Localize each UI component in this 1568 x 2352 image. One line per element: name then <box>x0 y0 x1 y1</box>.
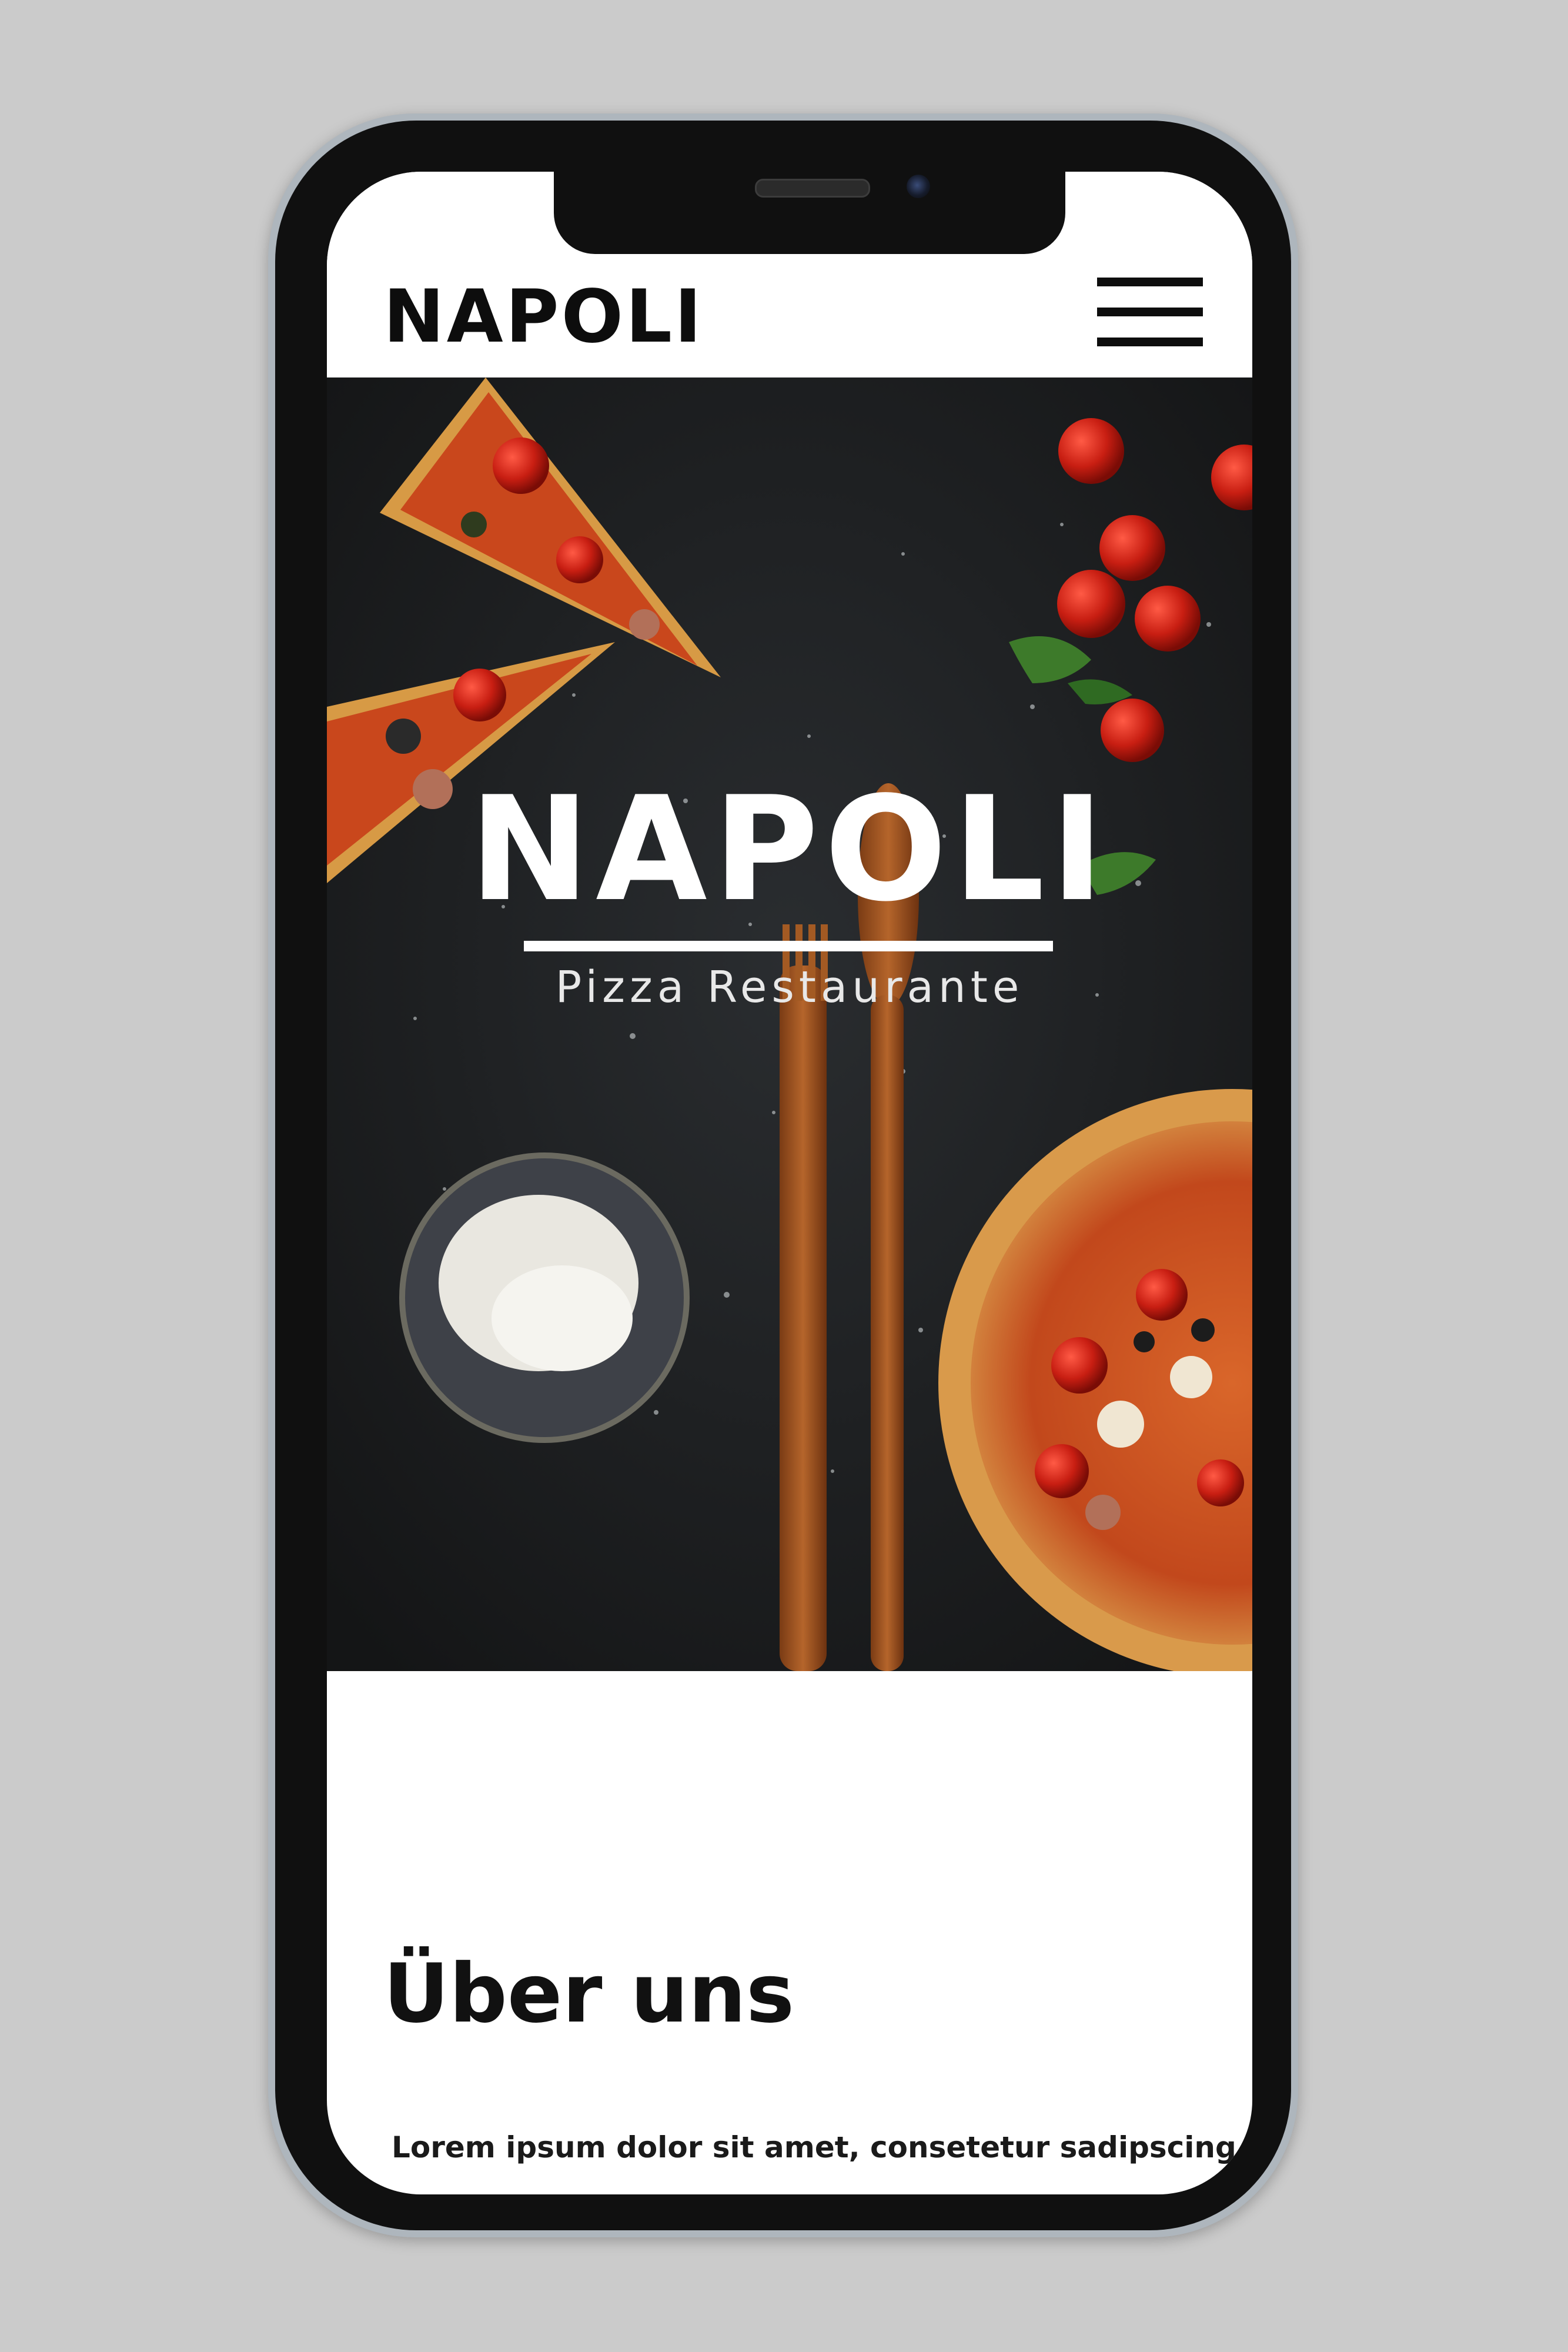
phone-body: NAPOLI NAPOLI Pizza Restaurante Über uns… <box>275 121 1291 2230</box>
menu-line <box>1097 278 1203 286</box>
flour-bowl <box>399 1152 690 1443</box>
about-heading: Über uns <box>383 1946 795 2041</box>
hero-section: NAPOLI Pizza Restaurante <box>327 377 1252 1671</box>
brand-logo[interactable]: NAPOLI <box>383 280 704 353</box>
hamburger-menu-icon[interactable] <box>1097 269 1209 357</box>
wooden-fork <box>780 924 828 1671</box>
about-text: Lorem ipsum dolor sit amet, consetetur s… <box>392 2130 1236 2164</box>
hero-subtitle: Pizza Restaurante <box>555 962 1024 1013</box>
front-camera-icon <box>907 175 930 198</box>
speaker-grille <box>755 179 870 198</box>
phone-frame: NAPOLI NAPOLI Pizza Restaurante Über uns… <box>268 113 1298 2237</box>
menu-line <box>1097 308 1203 316</box>
phone-screen: NAPOLI NAPOLI Pizza Restaurante Über uns… <box>327 172 1252 2194</box>
menu-line <box>1097 338 1203 346</box>
hero-divider <box>524 941 1053 951</box>
hero-title: NAPOLI <box>469 766 1110 933</box>
phone-notch <box>554 172 1065 254</box>
pizza-table-photo <box>327 377 1252 1671</box>
